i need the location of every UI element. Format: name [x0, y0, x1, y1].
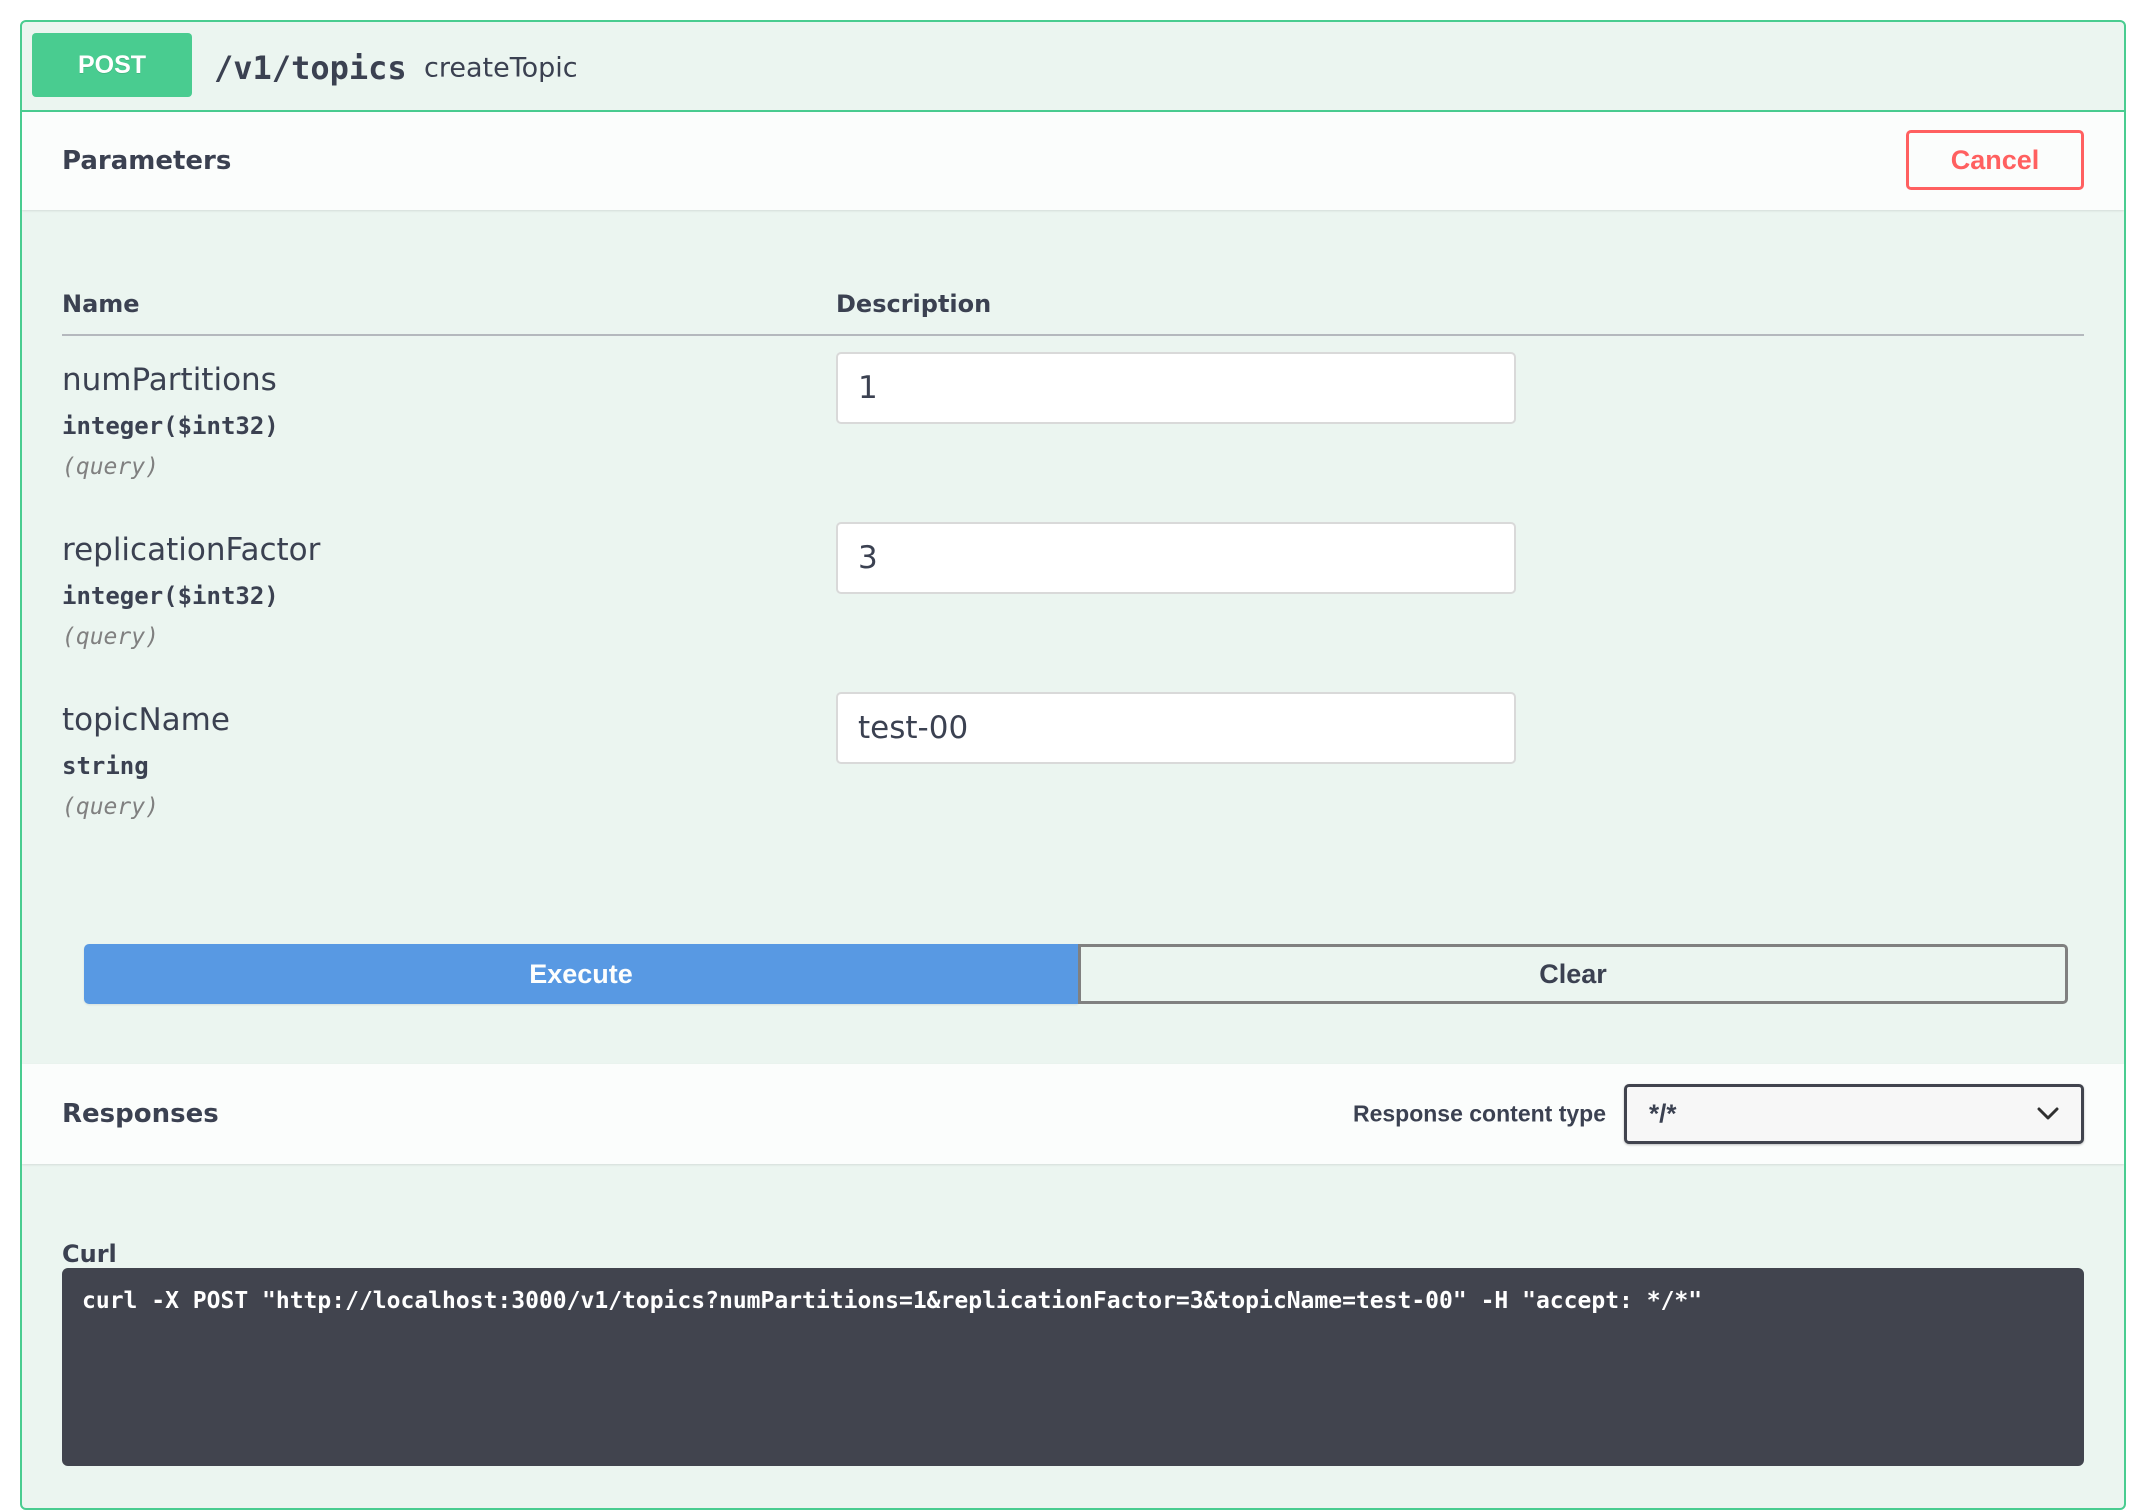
column-header-description: Description	[836, 290, 992, 318]
parameter-type: string	[62, 752, 149, 780]
parameter-name: topicName	[62, 702, 230, 738]
curl-label: Curl	[62, 1240, 117, 1268]
operation-summary[interactable]: POST /v1/topics createTopic	[22, 22, 2124, 112]
parameters-title: Parameters	[62, 146, 232, 176]
parameter-type: integer($int32)	[62, 582, 279, 610]
replicationFactor-input[interactable]	[836, 522, 1516, 594]
parameter-location: (query)	[62, 624, 159, 650]
operation-block: POST /v1/topics createTopic Parameters C…	[20, 20, 2126, 1510]
parameter-name: replicationFactor	[62, 532, 321, 568]
clear-button[interactable]: Clear	[1078, 944, 2068, 1004]
operation-path: /v1/topics	[214, 49, 407, 87]
execute-button[interactable]: Execute	[84, 944, 1078, 1004]
cancel-button[interactable]: Cancel	[1906, 130, 2084, 190]
method-badge: POST	[32, 33, 192, 97]
execute-wrapper: Execute Clear	[84, 944, 2068, 1004]
parameters-table-header: Name Description	[62, 274, 2084, 336]
parameter-location: (query)	[62, 454, 159, 480]
curl-command: curl -X POST "http://localhost:3000/v1/t…	[82, 1288, 1703, 1314]
parameter-row-replicationFactor: replicationFactor integer($int32) (query…	[62, 522, 2084, 702]
chevron-down-icon	[2037, 1107, 2059, 1120]
parameter-row-topicName: topicName string (query)	[62, 692, 2084, 872]
curl-code-block[interactable]: curl -X POST "http://localhost:3000/v1/t…	[62, 1268, 2084, 1466]
response-content-type-label: Response content type	[1352, 1100, 1606, 1127]
parameter-type: integer($int32)	[62, 412, 279, 440]
responses-title: Responses	[62, 1099, 219, 1129]
parameter-location: (query)	[62, 794, 159, 820]
responses-header: Responses Response content type */*	[22, 1064, 2124, 1164]
parameter-row-numPartitions: numPartitions integer($int32) (query)	[62, 352, 2084, 532]
topicName-input[interactable]	[836, 692, 1516, 764]
response-content-type-select[interactable]: */*	[1624, 1084, 2084, 1144]
selected-content-type: */*	[1649, 1098, 1677, 1129]
parameters-header: Parameters Cancel	[22, 112, 2124, 210]
numPartitions-input[interactable]	[836, 352, 1516, 424]
operation-id: createTopic	[424, 52, 578, 84]
column-header-name: Name	[62, 290, 140, 318]
parameter-name: numPartitions	[62, 362, 277, 398]
